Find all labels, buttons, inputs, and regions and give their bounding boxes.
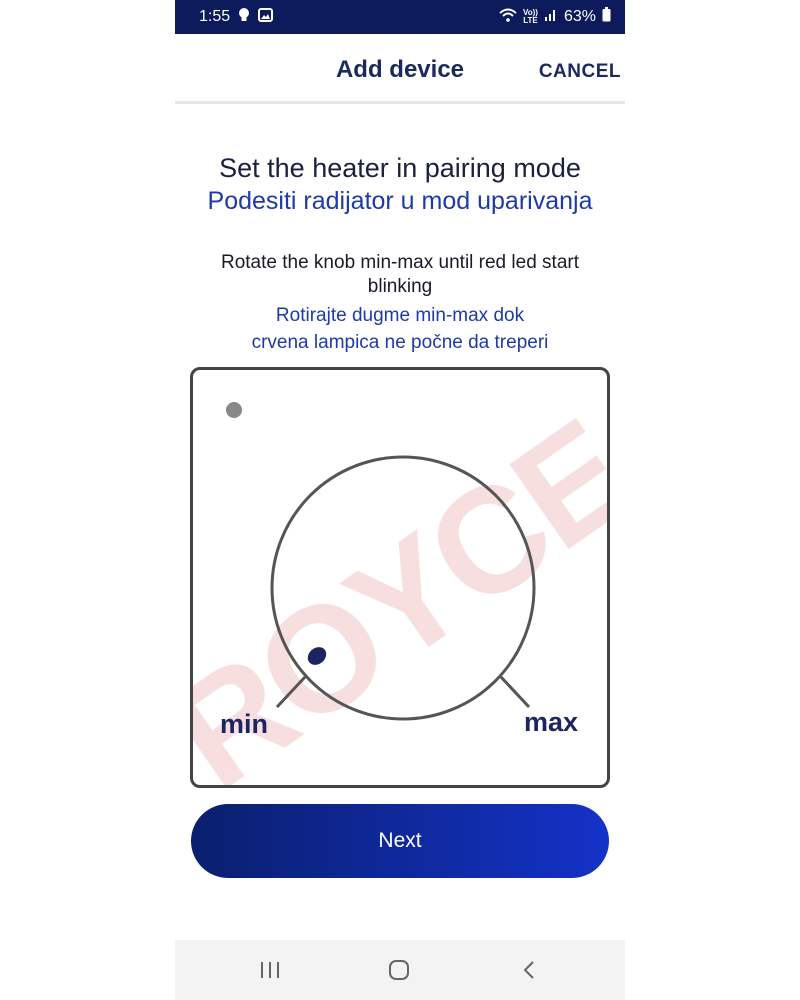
app-header: Add device CANCEL [175, 34, 625, 104]
instruction-sr-line2: crvena lampica ne počne da treperi [251, 332, 549, 353]
pairing-title-en: Set the heater in pairing mode [219, 153, 581, 183]
recent-apps-icon[interactable] [259, 960, 281, 985]
status-time: 1:55 [199, 8, 231, 25]
back-icon[interactable] [521, 960, 537, 985]
wifi-icon [499, 8, 517, 27]
cancel-button[interactable]: CANCEL [539, 61, 621, 83]
max-tick [499, 675, 531, 709]
instruction-sr-line1: Rotirajte dugme min-max dok [275, 305, 525, 326]
label-max: max [524, 707, 579, 737]
battery-icon [602, 7, 611, 27]
pairing-title-sr: Podesiti radijator u mod uparivanja [207, 187, 593, 215]
heater-knob-illustration: ROYCE min max [190, 367, 610, 788]
navigation-bar [175, 940, 625, 1000]
lte-indicator: Vo)) LTE [523, 9, 538, 25]
status-bar: 1:55 Vo)) LTE 63% [175, 0, 625, 34]
phone-screen: 1:55 Vo)) LTE 63% Add device CANCEL Set … [175, 0, 625, 1000]
instruction-en: Rotate the knob min-max until red led st… [220, 252, 579, 297]
image-icon [258, 7, 274, 27]
instruction-sr: Rotirajte dugme min-max dok crvena lampi… [195, 302, 605, 356]
signal-icon [544, 8, 558, 27]
battery-percent: 63% [563, 8, 596, 25]
next-button-label: Next [378, 829, 422, 852]
home-icon[interactable] [388, 960, 410, 985]
led-indicator [226, 402, 242, 418]
next-button[interactable]: Next [191, 804, 609, 878]
bulb-icon [238, 7, 250, 28]
label-min: min [220, 709, 269, 739]
lte-bottom-text: LTE [523, 16, 538, 25]
